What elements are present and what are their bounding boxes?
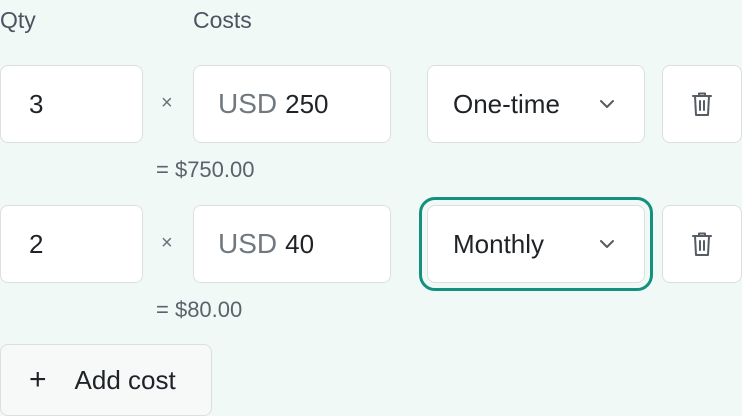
qty-column-header: Qty xyxy=(0,7,36,33)
delete-cost-button[interactable] xyxy=(662,205,742,283)
trash-icon xyxy=(692,92,712,116)
trash-icon xyxy=(692,232,712,256)
chevron-down-icon xyxy=(600,240,614,248)
add-cost-button[interactable]: + Add cost xyxy=(0,344,212,416)
currency-label: USD xyxy=(218,228,278,259)
row-subtotal: = $750.00 xyxy=(156,157,255,182)
cost-amount-input[interactable]: USD 40 xyxy=(193,205,391,283)
delete-cost-button[interactable] xyxy=(662,65,742,143)
frequency-select-value: Monthly xyxy=(453,228,545,259)
frequency-select[interactable]: One-time xyxy=(427,65,645,143)
chevron-down-icon xyxy=(600,100,614,108)
row-subtotal: = $80.00 xyxy=(156,297,243,322)
qty-input[interactable]: 2 xyxy=(0,205,143,283)
currency-label: USD xyxy=(218,88,278,119)
cost-amount-input[interactable]: USD 250 xyxy=(193,65,391,143)
frequency-select-value: One-time xyxy=(453,88,560,119)
frequency-select[interactable]: Monthly xyxy=(419,197,653,291)
qty-input[interactable]: 3 xyxy=(0,65,143,143)
costs-column-header: Costs xyxy=(193,7,252,33)
plus-icon: + xyxy=(29,363,47,396)
cost-amount-value: 250 xyxy=(285,88,329,119)
cost-amount-value: 40 xyxy=(285,228,315,259)
multiply-sign: × xyxy=(161,92,173,114)
add-cost-label: Add cost xyxy=(74,364,176,395)
multiply-sign: × xyxy=(161,232,173,254)
